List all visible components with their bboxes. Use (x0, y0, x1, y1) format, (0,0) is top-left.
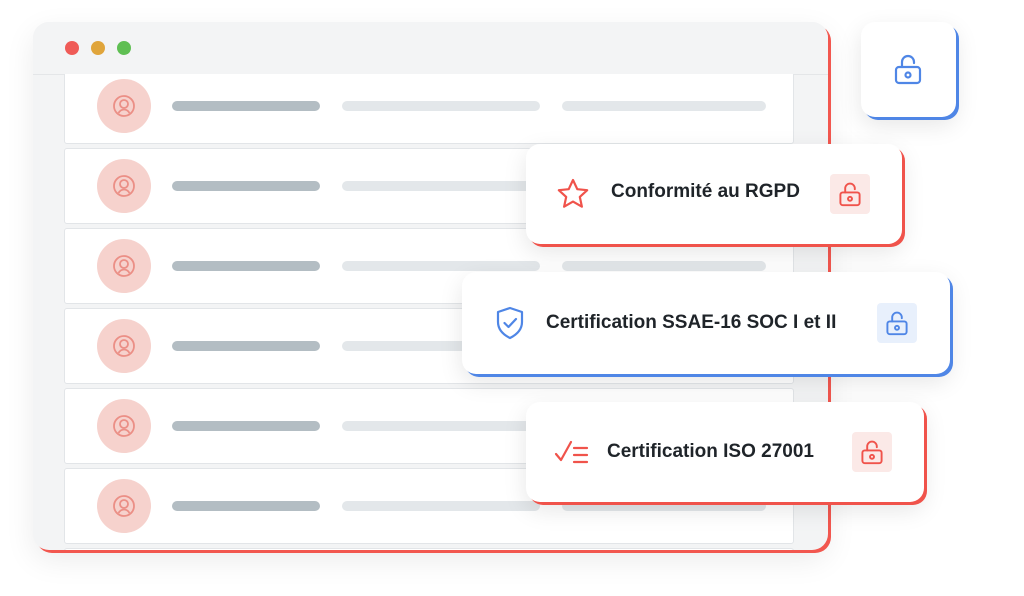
shield-check-icon (496, 306, 524, 340)
lock-button[interactable] (877, 303, 917, 343)
user-icon (113, 175, 135, 197)
window-titlebar (33, 22, 828, 75)
compliance-card-iso27001[interactable]: Certification ISO 27001 (526, 402, 924, 502)
placeholder-bar (342, 501, 540, 511)
placeholder-bar (172, 341, 320, 351)
lock-button[interactable] (830, 174, 870, 214)
avatar (97, 319, 151, 373)
user-icon (113, 415, 135, 437)
card-title: Certification SSAE-16 SOC I et II (546, 312, 837, 333)
user-icon (113, 495, 135, 517)
compliance-card-ssae16[interactable]: Certification SSAE-16 SOC I et II (462, 272, 950, 374)
placeholder-bar (562, 501, 766, 511)
unlock-icon (886, 311, 908, 336)
compliance-card-gdpr[interactable]: Conformité au RGPD (526, 144, 902, 244)
placeholder-bar (172, 101, 320, 111)
checklist-icon (554, 440, 589, 464)
avatar (97, 79, 151, 133)
card-title: Certification ISO 27001 (607, 441, 814, 462)
placeholder-bar (172, 181, 320, 191)
avatar (97, 159, 151, 213)
user-icon (113, 95, 135, 117)
unlock-icon (861, 440, 883, 465)
placeholder-bar (172, 421, 320, 431)
avatar (97, 479, 151, 533)
placeholder-bar (562, 101, 766, 111)
minimize-window-button[interactable] (91, 41, 105, 55)
lock-button[interactable] (852, 432, 892, 472)
placeholder-bar (342, 261, 540, 271)
maximize-window-button[interactable] (117, 41, 131, 55)
close-window-button[interactable] (65, 41, 79, 55)
avatar (97, 239, 151, 293)
placeholder-bar (342, 101, 540, 111)
list-item[interactable] (64, 74, 794, 144)
card-title: Conformité au RGPD (611, 181, 800, 202)
user-icon (113, 335, 135, 357)
placeholder-bar (342, 421, 540, 431)
placeholder-bar (172, 261, 320, 271)
star-icon (557, 178, 589, 208)
unlock-icon (894, 54, 922, 85)
lock-tile[interactable] (861, 22, 956, 117)
avatar (97, 399, 151, 453)
placeholder-bar (172, 501, 320, 511)
placeholder-bar (342, 181, 540, 191)
placeholder-bar (562, 261, 766, 271)
unlock-icon (839, 182, 861, 207)
list-item[interactable] (64, 548, 794, 550)
user-icon (113, 255, 135, 277)
